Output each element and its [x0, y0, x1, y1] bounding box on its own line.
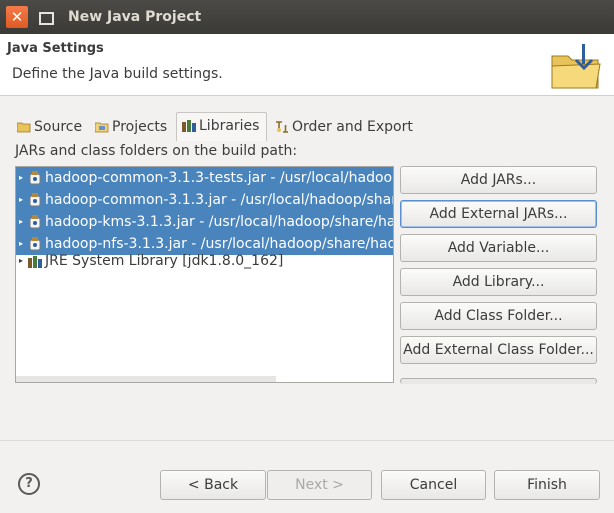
tab-projects[interactable]: Projects	[90, 114, 174, 140]
tab-libraries[interactable]: Libraries	[176, 112, 267, 141]
tree-row[interactable]: ▸ hadoop-common-3.1.3-tests.jar - /usr/l…	[16, 167, 393, 189]
jar-icon	[29, 193, 41, 207]
tab-label: Source	[34, 119, 83, 135]
tree-row[interactable]: ▸ hadoop-kms-3.1.3.jar - /usr/local/hado…	[16, 211, 393, 233]
build-path-label: JARs and class folders on the build path…	[15, 143, 298, 159]
next-button[interactable]: Next >	[267, 470, 372, 500]
libraries-icon	[182, 120, 196, 132]
add-class-folder-button[interactable]: Add Class Folder...	[400, 302, 597, 330]
expand-arrow-icon[interactable]: ▸	[19, 211, 27, 233]
tree-row[interactable]: ▸ hadoop-common-3.1.3.jar - /usr/local/h…	[16, 189, 393, 211]
source-folder-icon	[17, 122, 31, 133]
window-title: New Java Project	[68, 9, 202, 25]
expand-arrow-icon[interactable]: ▸	[19, 250, 27, 272]
banner-title: Java Settings	[7, 41, 104, 56]
tree-row-label: hadoop-kms-3.1.3.jar - /usr/local/hadoop…	[45, 214, 393, 230]
horizontal-scrollbar[interactable]	[16, 376, 276, 382]
tab-source[interactable]: Source	[12, 114, 84, 140]
add-external-jars-button[interactable]: Add External JARs...	[400, 200, 597, 228]
add-library-button[interactable]: Add Library...	[400, 268, 597, 296]
tab-label: Libraries	[199, 118, 260, 134]
help-icon[interactable]: ?	[18, 473, 40, 495]
expand-arrow-icon[interactable]: ▸	[19, 167, 27, 189]
back-button[interactable]: < Back	[160, 470, 266, 500]
footer-divider	[0, 440, 614, 441]
maximize-window-icon[interactable]	[34, 6, 56, 28]
order-export-icon	[276, 121, 288, 133]
close-window-icon[interactable]: ✕	[6, 6, 28, 28]
projects-icon	[95, 122, 109, 133]
window-titlebar: ✕ New Java Project	[0, 0, 614, 34]
tree-row-label: JRE System Library [jdk1.8.0_162]	[45, 253, 284, 269]
add-variable-button[interactable]: Add Variable...	[400, 234, 597, 262]
library-icon	[28, 256, 42, 268]
tab-label: Projects	[112, 119, 168, 135]
new-java-project-icon	[551, 44, 601, 89]
build-path-tree[interactable]: ▸ hadoop-common-3.1.3-tests.jar - /usr/l…	[15, 166, 394, 383]
more-button-partial[interactable]	[400, 378, 597, 384]
tab-order-and-export[interactable]: Order and Export	[270, 114, 416, 140]
jar-icon	[29, 171, 41, 185]
cancel-button[interactable]: Cancel	[381, 470, 486, 500]
wizard-banner: Java Settings Define the Java build sett…	[0, 34, 614, 96]
finish-button[interactable]: Finish	[494, 470, 600, 500]
tree-row-label: hadoop-common-3.1.3-tests.jar - /usr/loc…	[45, 170, 393, 186]
jar-icon	[29, 237, 41, 251]
add-jars-button[interactable]: Add JARs...	[400, 166, 597, 194]
tree-row-label: hadoop-common-3.1.3.jar - /usr/local/had…	[45, 192, 393, 208]
banner-description: Define the Java build settings.	[12, 66, 223, 82]
tree-row[interactable]: ▸ JRE System Library [jdk1.8.0_162]	[16, 250, 393, 272]
tab-label: Order and Export	[292, 119, 413, 135]
jar-icon	[29, 215, 41, 229]
add-external-class-folder-button[interactable]: Add External Class Folder...	[400, 336, 597, 364]
expand-arrow-icon[interactable]: ▸	[19, 189, 27, 211]
